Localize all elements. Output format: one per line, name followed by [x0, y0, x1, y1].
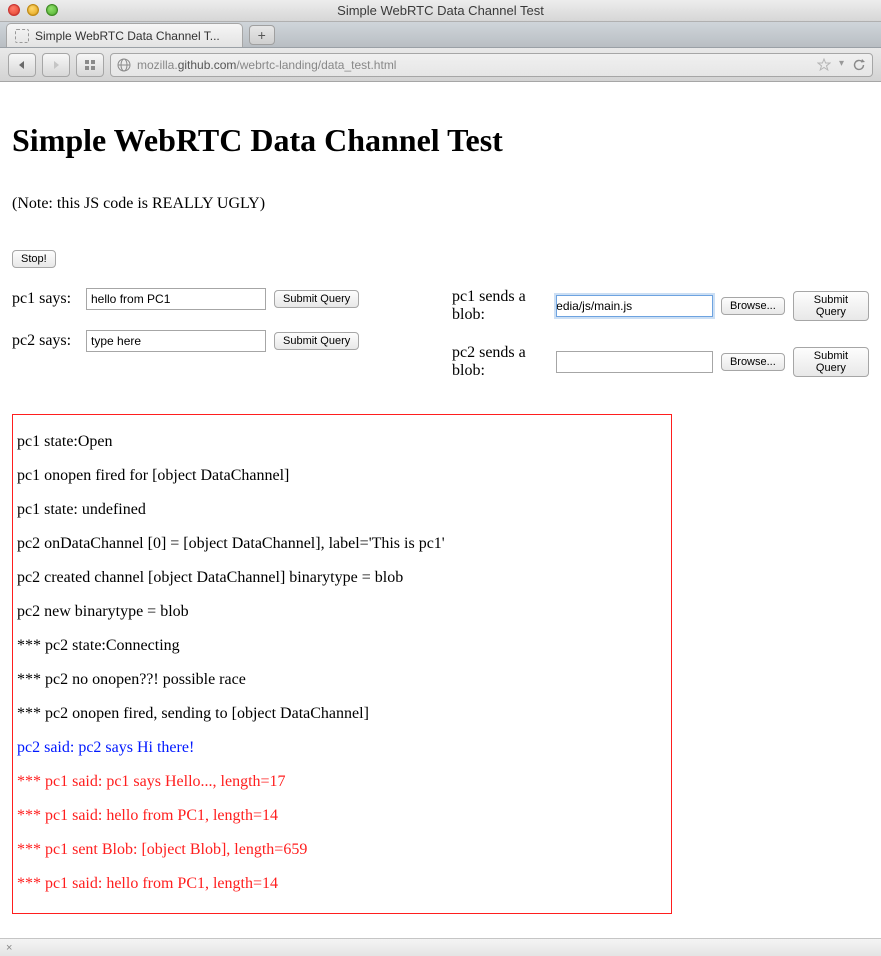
page-note: (Note: this JS code is REALLY UGLY) [12, 195, 869, 213]
pc2-says-input[interactable] [86, 330, 266, 352]
url-path: /webrtc-landing/data_test.html [236, 58, 396, 72]
globe-icon [117, 58, 131, 72]
log-line: *** pc1 said: hello from PC1, length=14 [17, 875, 667, 893]
stop-button[interactable]: Stop! [12, 250, 56, 268]
url-text: mozilla.github.com/webrtc-landing/data_t… [137, 58, 396, 72]
pc1-blob-file-display[interactable]: ipl/getusermedia/js/main.js [556, 295, 713, 317]
pc1-browse-button[interactable]: Browse... [721, 297, 785, 315]
url-host-prefix: mozilla. [137, 58, 178, 72]
pc2-blob-file-display[interactable] [556, 351, 713, 373]
favicon-placeholder-icon [15, 29, 29, 43]
log-output[interactable]: pc1 state:Open pc1 onopen fired for [obje… [12, 414, 672, 914]
url-bar[interactable]: mozilla.github.com/webrtc-landing/data_t… [110, 53, 873, 77]
pc1-blob-submit-button[interactable]: Submit Query [793, 291, 869, 321]
pc2-submit-button[interactable]: Submit Query [274, 332, 359, 350]
page-content: Simple WebRTC Data Channel Test (Note: t… [0, 82, 881, 924]
urlbar-right-icons: ▾ [817, 58, 866, 72]
back-button[interactable] [8, 53, 36, 77]
window-zoom-button[interactable] [46, 4, 58, 16]
log-line: pc2 new binarytype = blob [17, 603, 667, 621]
status-bar: × [0, 938, 881, 956]
pc1-says-label: pc1 says: [12, 290, 78, 308]
log-line: *** pc2 onopen fired, sending to [object… [17, 705, 667, 723]
window-title: Simple WebRTC Data Channel Test [337, 3, 544, 18]
triangle-left-icon [17, 60, 27, 70]
log-line: pc1 state: undefined [17, 501, 667, 519]
pc2-says-label: pc2 says: [12, 332, 78, 350]
traffic-lights [8, 4, 58, 16]
bookmark-star-icon[interactable] [817, 58, 831, 72]
log-line: pc1 onopen fired for [object DataChannel… [17, 467, 667, 485]
pc2-blob-label: pc2 sends a blob: [452, 344, 548, 380]
pc1-blob-label: pc1 sends a blob: [452, 288, 548, 324]
forward-button[interactable] [42, 53, 70, 77]
tab-title: Simple WebRTC Data Channel T... [35, 29, 220, 43]
new-tab-button[interactable]: + [249, 25, 275, 45]
plus-icon: + [258, 27, 266, 43]
triangle-right-icon [51, 60, 61, 70]
log-line: *** pc2 state:Connecting [17, 637, 667, 655]
window-close-button[interactable] [8, 4, 20, 16]
log-line: *** pc1 said: hello from PC1, length=14 [17, 807, 667, 825]
pc2-browse-button[interactable]: Browse... [721, 353, 785, 371]
log-line: pc2 created channel [object DataChannel]… [17, 569, 667, 587]
page-heading: Simple WebRTC Data Channel Test [12, 122, 869, 159]
pc1-submit-button[interactable]: Submit Query [274, 290, 359, 308]
pc1-says-input[interactable] [86, 288, 266, 310]
action-button[interactable] [76, 53, 104, 77]
window-minimize-button[interactable] [27, 4, 39, 16]
log-line: pc2 onDataChannel [0] = [object DataChan… [17, 535, 667, 553]
log-line: *** pc2 no onopen??! possible race [17, 671, 667, 689]
pc2-blob-submit-button[interactable]: Submit Query [793, 347, 869, 377]
dropdown-caret-icon[interactable]: ▾ [839, 58, 844, 72]
url-host: github.com [178, 58, 237, 72]
browser-tab[interactable]: Simple WebRTC Data Channel T... [6, 23, 243, 47]
log-line: *** pc1 said: pc1 says Hello..., length=… [17, 773, 667, 791]
pc1-blob-filename: ipl/getusermedia/js/main.js [556, 299, 632, 313]
browser-toolbar: mozilla.github.com/webrtc-landing/data_t… [0, 48, 881, 82]
grid-icon [84, 59, 96, 71]
tab-bar: Simple WebRTC Data Channel T... + [0, 22, 881, 48]
log-line: pc1 state:Open [17, 433, 667, 451]
status-close-icon[interactable]: × [6, 942, 12, 954]
reload-icon[interactable] [852, 58, 866, 72]
window-titlebar: Simple WebRTC Data Channel Test [0, 0, 881, 22]
log-line: *** pc1 sent Blob: [object Blob], length… [17, 841, 667, 859]
log-line: pc2 said: pc2 says Hi there! [17, 739, 667, 757]
